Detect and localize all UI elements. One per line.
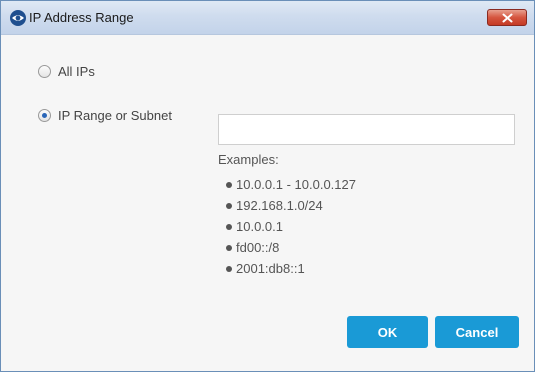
title-bar[interactable]: IP Address Range bbox=[1, 1, 534, 35]
example-text: fd00::/8 bbox=[236, 240, 280, 255]
example-text: 10.0.0.1 bbox=[236, 219, 283, 234]
ip-range-label: IP Range or Subnet bbox=[58, 108, 172, 123]
ip-range-input[interactable] bbox=[218, 114, 515, 145]
ok-button[interactable]: OK bbox=[347, 316, 428, 348]
window-title: IP Address Range bbox=[29, 10, 134, 25]
example-text: 2001:db8::1 bbox=[236, 261, 305, 276]
bullet-icon bbox=[226, 244, 232, 251]
list-item: 192.168.1.0/24 bbox=[226, 195, 356, 216]
bullet-icon bbox=[226, 265, 232, 272]
all-ips-radio[interactable] bbox=[38, 65, 51, 78]
dialog-content: All IPs IP Range or Subnet Examples: 10.… bbox=[1, 35, 534, 371]
ip-address-range-dialog: IP Address Range All IPs IP Range or Sub… bbox=[0, 0, 535, 372]
close-x-icon bbox=[502, 13, 513, 23]
examples-list: 10.0.0.1 - 10.0.0.127 192.168.1.0/24 10.… bbox=[226, 174, 356, 279]
example-text: 192.168.1.0/24 bbox=[236, 198, 323, 213]
eye-icon bbox=[9, 9, 27, 27]
all-ips-option[interactable]: All IPs bbox=[38, 64, 95, 79]
list-item: 10.0.0.1 - 10.0.0.127 bbox=[226, 174, 356, 195]
cancel-button[interactable]: Cancel bbox=[435, 316, 519, 348]
list-item: fd00::/8 bbox=[226, 237, 356, 258]
list-item: 2001:db8::1 bbox=[226, 258, 356, 279]
example-text: 10.0.0.1 - 10.0.0.127 bbox=[236, 177, 356, 192]
list-item: 10.0.0.1 bbox=[226, 216, 356, 237]
bullet-icon bbox=[226, 202, 232, 209]
all-ips-label: All IPs bbox=[58, 64, 95, 79]
bullet-icon bbox=[226, 181, 232, 188]
ip-range-option[interactable]: IP Range or Subnet bbox=[38, 108, 172, 123]
bullet-icon bbox=[226, 223, 232, 230]
examples-label: Examples: bbox=[218, 152, 279, 167]
close-button[interactable] bbox=[487, 9, 527, 26]
ip-range-radio[interactable] bbox=[38, 109, 51, 122]
